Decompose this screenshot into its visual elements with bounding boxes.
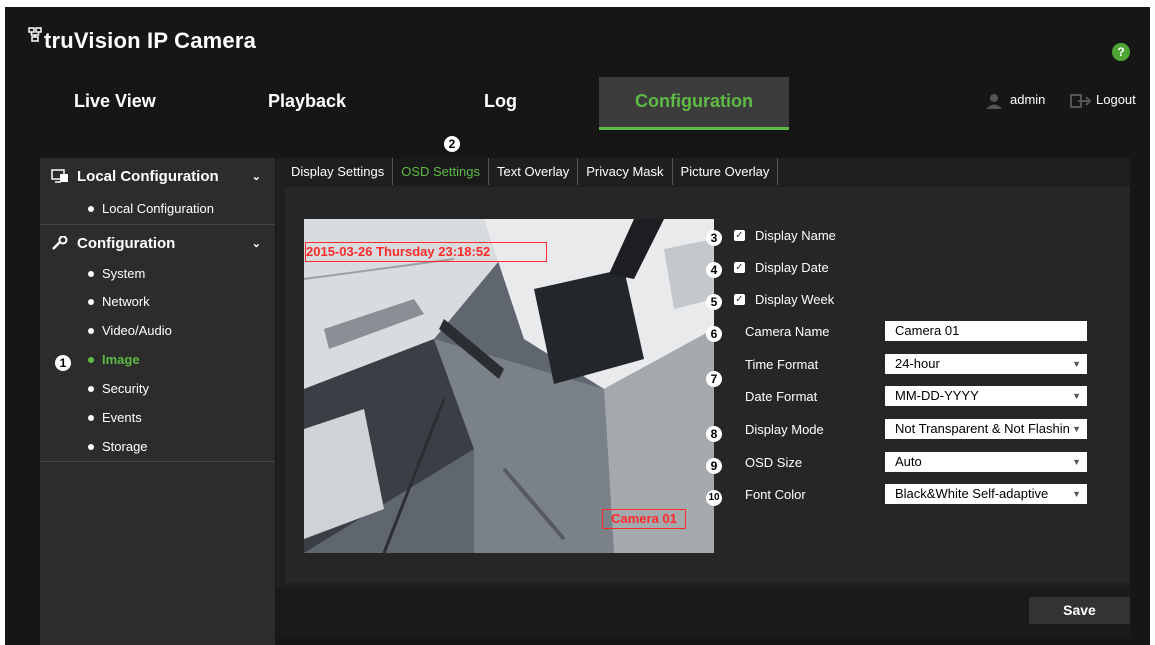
osd-date-overlay[interactable]: 2015-03-26 Thursday 23:18:52 bbox=[305, 242, 547, 262]
bullet-icon bbox=[88, 356, 94, 363]
camera-name-label: Camera Name bbox=[745, 324, 830, 339]
sidebar-item-storage[interactable]: Storage bbox=[88, 433, 148, 461]
logout-icon[interactable] bbox=[1068, 93, 1094, 109]
subtab-bar: Display Settings OSD Settings Text Overl… bbox=[283, 158, 779, 185]
camera-name-input[interactable]: Camera 01 bbox=[885, 321, 1087, 341]
bullet-icon bbox=[88, 385, 94, 392]
camera-preview: 2015-03-26 Thursday 23:18:52 Camera 01 bbox=[304, 219, 714, 553]
subtab-text-overlay[interactable]: Text Overlay bbox=[488, 158, 579, 185]
sidebar-group-label: Configuration bbox=[77, 234, 176, 252]
date-format-label: Date Format bbox=[745, 389, 818, 404]
chevron-down-icon: ▼ bbox=[1072, 391, 1081, 401]
bullet-icon bbox=[88, 205, 94, 212]
callout-2: 2 bbox=[444, 136, 460, 152]
footer-bar bbox=[276, 588, 1130, 638]
tab-log[interactable]: Log bbox=[484, 77, 517, 127]
divider bbox=[40, 461, 275, 462]
tab-playback[interactable]: Playback bbox=[268, 77, 346, 127]
help-icon[interactable]: ? bbox=[1112, 43, 1130, 61]
bullet-icon bbox=[88, 414, 94, 421]
sidebar-group-local-configuration[interactable]: Local Configuration ⌄ bbox=[40, 158, 275, 194]
callout-9: 9 bbox=[706, 458, 722, 474]
chevron-down-icon: ▼ bbox=[1070, 484, 1081, 504]
sidebar-item-system[interactable]: System bbox=[88, 260, 145, 288]
display-week-checkbox[interactable]: ✓ bbox=[734, 294, 745, 305]
display-mode-select[interactable]: Not Transparent & Not Flashing ▼ bbox=[885, 419, 1087, 439]
subtab-picture-overlay[interactable]: Picture Overlay bbox=[672, 158, 779, 185]
sidebar-item-video-audio[interactable]: Video/Audio bbox=[88, 317, 172, 345]
subtab-osd-settings[interactable]: OSD Settings bbox=[393, 158, 489, 185]
bullet-icon bbox=[88, 443, 94, 450]
osd-size-select[interactable]: Auto ▼ bbox=[885, 452, 1087, 472]
monitor-icon bbox=[51, 169, 68, 183]
callout-1: 1 bbox=[55, 355, 71, 371]
logout-link[interactable]: Logout bbox=[1096, 92, 1136, 107]
time-format-label: Time Format bbox=[745, 357, 819, 372]
chevron-down-icon: ▼ bbox=[1072, 457, 1081, 467]
time-format-select[interactable]: 24-hour ▼ bbox=[885, 354, 1087, 374]
chevron-down-icon: ▼ bbox=[1072, 359, 1081, 369]
sidebar-item-image[interactable]: Image bbox=[88, 346, 140, 374]
osd-name-overlay[interactable]: Camera 01 bbox=[602, 509, 686, 529]
subtab-privacy-mask[interactable]: Privacy Mask bbox=[578, 158, 673, 185]
chevron-down-icon: ▼ bbox=[1070, 419, 1081, 439]
osd-size-label: OSD Size bbox=[745, 455, 803, 470]
bullet-icon bbox=[88, 270, 94, 277]
callout-6: 6 bbox=[706, 326, 722, 342]
app-title: truVision IP Camera bbox=[44, 28, 257, 53]
bullet-icon bbox=[88, 298, 94, 305]
sidebar-item-network[interactable]: Network bbox=[88, 288, 150, 316]
display-mode-label: Display Mode bbox=[745, 422, 824, 437]
sidebar-item-security[interactable]: Security bbox=[88, 375, 149, 403]
display-week-label: Display Week bbox=[755, 292, 835, 307]
chevron-down-icon: ⌄ bbox=[251, 237, 261, 250]
callout-8: 8 bbox=[706, 426, 722, 442]
user-icon bbox=[986, 94, 1002, 109]
tab-live-view[interactable]: Live View bbox=[74, 77, 156, 127]
sidebar-item-local-configuration[interactable]: Local Configuration bbox=[88, 195, 214, 223]
display-date-label: Display Date bbox=[755, 260, 829, 275]
display-name-label: Display Name bbox=[755, 228, 836, 243]
date-format-select[interactable]: MM-DD-YYYY ▼ bbox=[885, 386, 1087, 406]
network-icon bbox=[28, 27, 42, 42]
sidebar-item-events[interactable]: Events bbox=[88, 404, 142, 432]
sidebar: Local Configuration ⌄ Local Configuratio… bbox=[40, 158, 275, 645]
display-name-checkbox[interactable]: ✓ bbox=[734, 230, 745, 241]
display-date-checkbox[interactable]: ✓ bbox=[734, 262, 745, 273]
app-logo: truVision IP Camera bbox=[28, 27, 257, 54]
callout-10: 10 bbox=[706, 490, 722, 506]
bullet-icon bbox=[88, 327, 94, 334]
chevron-down-icon: ⌄ bbox=[251, 170, 261, 183]
tab-configuration[interactable]: Configuration bbox=[599, 77, 789, 130]
sidebar-group-label: Local Configuration bbox=[77, 167, 219, 185]
callout-4: 4 bbox=[706, 262, 722, 278]
subtab-display-settings[interactable]: Display Settings bbox=[283, 158, 394, 185]
font-color-label: Font Color bbox=[745, 487, 806, 502]
sidebar-group-configuration[interactable]: Configuration ⌄ bbox=[40, 225, 275, 261]
callout-7: 7 bbox=[706, 371, 722, 387]
camera-image bbox=[304, 219, 714, 553]
save-button[interactable]: Save bbox=[1029, 597, 1130, 624]
font-color-select[interactable]: Black&White Self-adaptive ▼ bbox=[885, 484, 1087, 504]
wrench-icon bbox=[52, 236, 68, 250]
user-name[interactable]: admin bbox=[1010, 92, 1045, 107]
callout-3: 3 bbox=[706, 230, 722, 246]
callout-5: 5 bbox=[706, 294, 722, 310]
